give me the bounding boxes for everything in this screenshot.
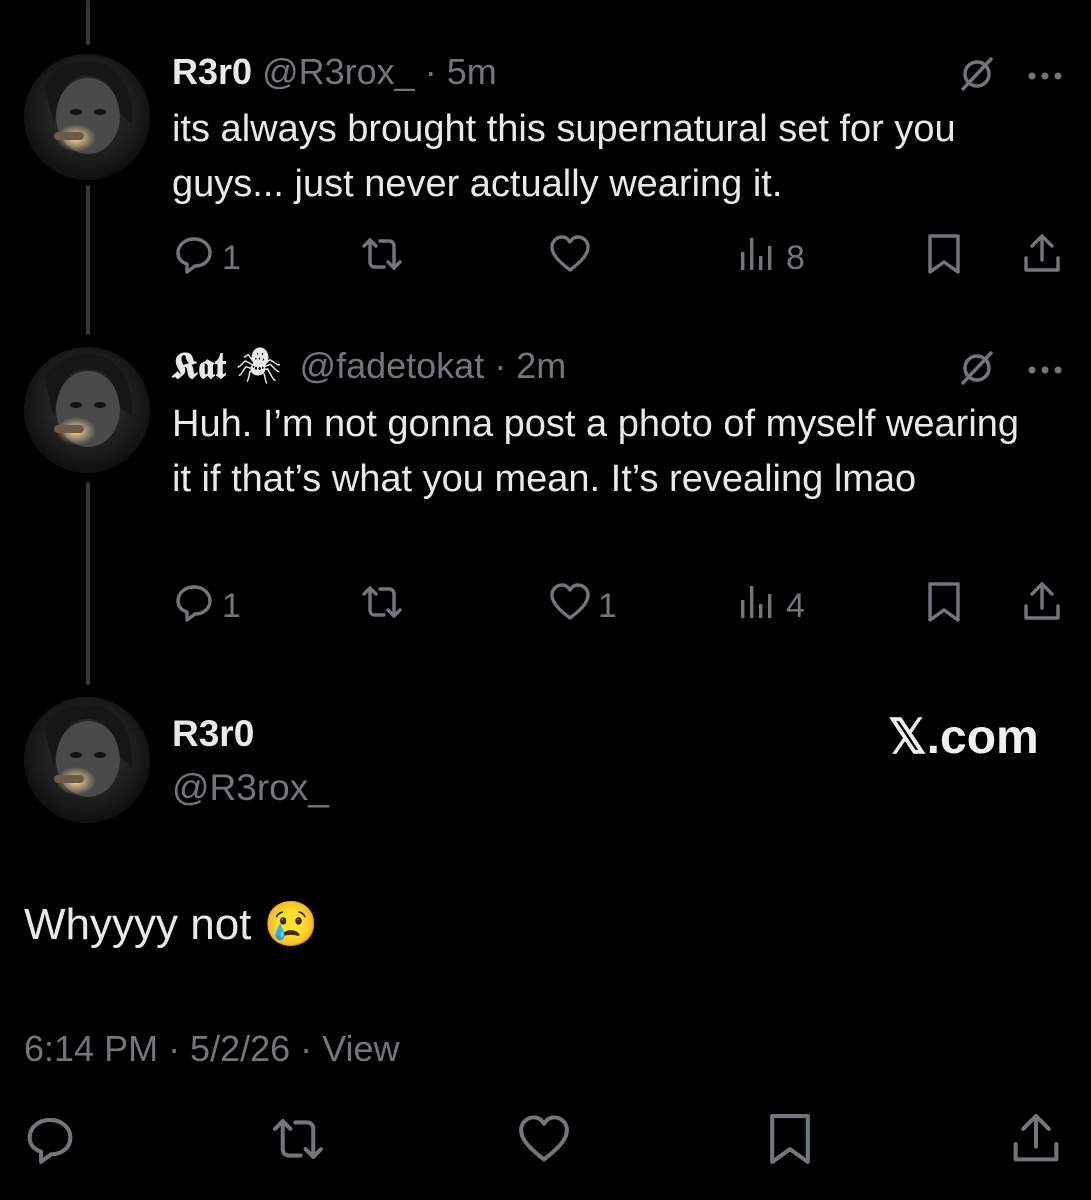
views-count: 4 bbox=[786, 586, 805, 625]
action-bar: 1 1 4 bbox=[0, 580, 1091, 633]
repost-icon bbox=[270, 1111, 326, 1176]
bookmark-button[interactable] bbox=[922, 232, 966, 285]
share-button[interactable] bbox=[1008, 1113, 1064, 1173]
more-icon[interactable] bbox=[1027, 68, 1063, 86]
views-count: 8 bbox=[786, 238, 805, 277]
reply-count: 1 bbox=[222, 238, 241, 277]
bookmark-button[interactable] bbox=[922, 580, 966, 633]
repost-button[interactable] bbox=[360, 582, 410, 630]
avatar[interactable] bbox=[24, 697, 150, 823]
like-count: 1 bbox=[598, 586, 617, 625]
handle[interactable]: @R3rox_ bbox=[262, 51, 415, 92]
grok-icon[interactable] bbox=[957, 348, 997, 393]
share-icon bbox=[1020, 232, 1064, 285]
bookmark-icon bbox=[922, 580, 966, 633]
handle[interactable]: @R3rox_ bbox=[172, 766, 329, 810]
x-watermark: 𝕏.com bbox=[888, 711, 1039, 764]
tweet-header: R3r0 @R3rox_ · 5m bbox=[172, 50, 497, 94]
reply-button[interactable] bbox=[22, 1113, 78, 1173]
share-button[interactable] bbox=[1020, 580, 1064, 633]
repost-button[interactable] bbox=[360, 234, 410, 282]
reply-icon bbox=[22, 1111, 78, 1176]
main-action-bar bbox=[0, 1113, 1091, 1173]
tweet-header: 𝕶𝖆𝖙 🕷 @fadetokat · 2m bbox=[172, 344, 566, 388]
tweet-text: Huh. I’m not gonna post a photo of mysel… bbox=[172, 403, 1020, 500]
timestamp[interactable]: · 2m bbox=[494, 345, 566, 386]
share-button[interactable] bbox=[1020, 232, 1064, 285]
views-button[interactable]: 4 bbox=[736, 582, 805, 630]
like-icon bbox=[548, 232, 592, 285]
grok-icon[interactable] bbox=[957, 54, 997, 99]
spider-emoji: 🕷 bbox=[235, 345, 282, 386]
like-icon bbox=[516, 1111, 572, 1176]
avatar[interactable] bbox=[24, 347, 150, 473]
views-icon bbox=[736, 232, 780, 285]
reply-button[interactable]: 1 bbox=[172, 234, 241, 282]
avatar[interactable] bbox=[24, 54, 150, 180]
views-button[interactable]: 8 bbox=[736, 234, 805, 282]
bookmark-icon bbox=[922, 232, 966, 285]
reply-icon bbox=[172, 580, 216, 633]
repost-button[interactable] bbox=[270, 1113, 326, 1173]
post-meta[interactable]: 6:14 PM · 5/2/26 · View bbox=[24, 1027, 400, 1071]
handle[interactable]: @fadetokat bbox=[300, 345, 485, 386]
tweet-text: its always brought this supernatural set… bbox=[172, 108, 956, 205]
display-name[interactable]: 𝕶𝖆𝖙 bbox=[172, 345, 226, 387]
reply-icon bbox=[172, 232, 216, 285]
reply-button[interactable]: 1 bbox=[172, 582, 241, 630]
display-name[interactable]: R3r0 bbox=[172, 712, 254, 756]
repost-icon bbox=[360, 232, 404, 285]
bookmark-icon bbox=[762, 1111, 818, 1176]
thread-line-top bbox=[86, 0, 90, 45]
display-name[interactable]: R3r0 bbox=[172, 51, 252, 92]
post-text: Whyyyy not 😢 bbox=[24, 900, 319, 949]
share-icon bbox=[1020, 580, 1064, 633]
like-button[interactable] bbox=[548, 234, 598, 282]
like-button[interactable]: 1 bbox=[548, 582, 617, 630]
share-icon bbox=[1008, 1111, 1064, 1176]
repost-icon bbox=[360, 580, 404, 633]
action-bar: 1 8 bbox=[0, 232, 1091, 285]
like-button[interactable] bbox=[516, 1113, 572, 1173]
bookmark-button[interactable] bbox=[762, 1113, 818, 1173]
more-icon[interactable] bbox=[1027, 362, 1063, 380]
timestamp[interactable]: · 5m bbox=[425, 51, 497, 92]
reply-count: 1 bbox=[222, 586, 241, 625]
like-icon bbox=[548, 580, 592, 633]
views-icon bbox=[736, 580, 780, 633]
